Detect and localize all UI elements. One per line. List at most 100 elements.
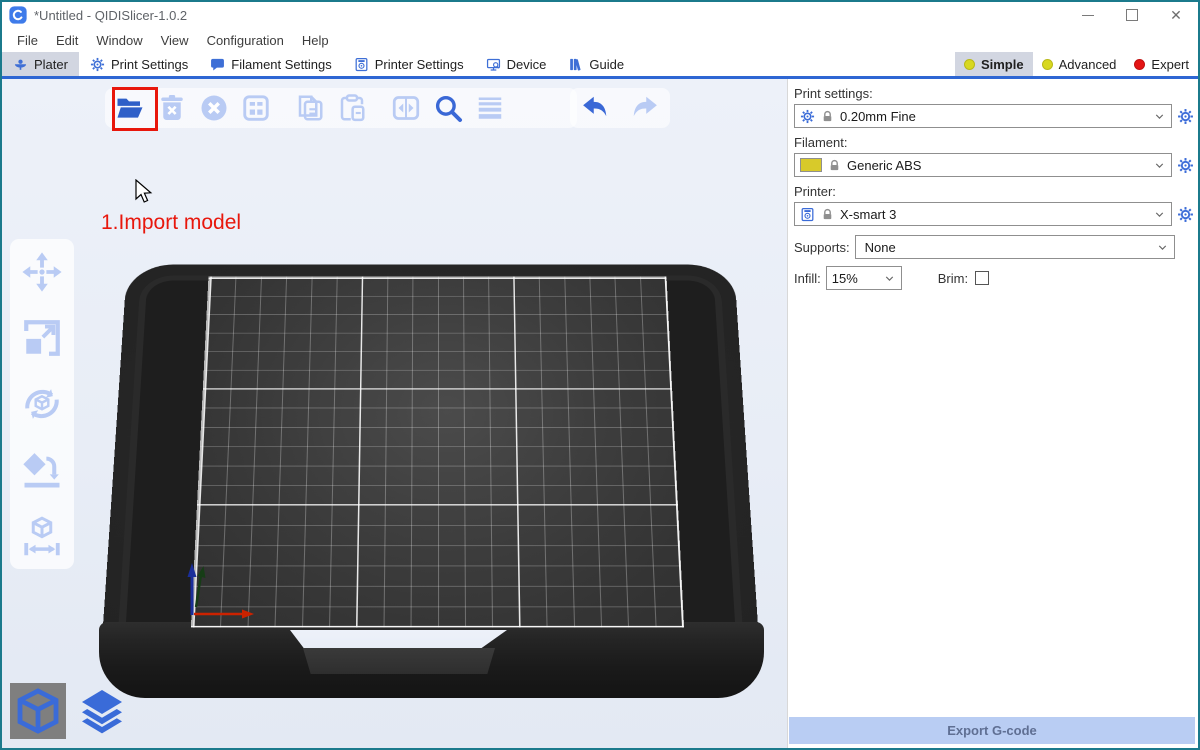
undo-arrow-icon — [580, 93, 610, 123]
print-settings-dropdown[interactable]: 0.20mm Fine — [794, 104, 1172, 128]
search-button[interactable] — [429, 89, 467, 127]
object-manipulation-toolbar — [10, 239, 74, 569]
edit-print-settings-button[interactable] — [1177, 108, 1194, 125]
3d-editor-view-button[interactable] — [10, 683, 66, 739]
export-gcode-button[interactable]: Export G-code — [789, 717, 1195, 744]
place-on-face-button[interactable] — [19, 447, 65, 493]
trash-icon — [157, 93, 187, 123]
print-bed-front — [99, 622, 764, 698]
menu-configuration[interactable]: Configuration — [198, 28, 293, 52]
expert-mode-dot-icon — [1134, 59, 1145, 70]
gear-icon — [90, 57, 105, 72]
lock-icon — [821, 208, 834, 221]
printer-dropdown[interactable]: X-smart 3 — [794, 202, 1172, 226]
supports-dropdown[interactable]: None — [855, 235, 1175, 259]
print-bed-handle-recess — [303, 648, 495, 674]
redo-button[interactable] — [626, 89, 664, 127]
menu-window[interactable]: Window — [87, 28, 151, 52]
undo-button[interactable] — [576, 89, 614, 127]
paste-button[interactable] — [333, 89, 371, 127]
bed-grid — [191, 276, 684, 627]
delete-all-button[interactable] — [195, 89, 233, 127]
printer-icon — [800, 207, 815, 222]
redo-arrow-icon — [630, 93, 660, 123]
mode-simple-label: Simple — [981, 57, 1024, 72]
measure-icon — [21, 515, 63, 557]
scale-icon — [21, 317, 63, 359]
brim-label: Brim: — [938, 271, 968, 286]
tab-plater-label: Plater — [34, 57, 68, 72]
tab-filament-settings[interactable]: Filament Settings — [199, 52, 342, 76]
gear-icon — [1177, 206, 1194, 223]
menu-view[interactable]: View — [152, 28, 198, 52]
rotate-icon — [21, 383, 63, 425]
paste-icon — [337, 93, 367, 123]
mode-advanced-label: Advanced — [1059, 57, 1117, 72]
infill-value: 15% — [832, 271, 877, 286]
arrange-grid-icon — [241, 93, 271, 123]
tab-print-settings[interactable]: Print Settings — [79, 52, 199, 76]
move-arrows-icon — [21, 251, 63, 293]
infill-dropdown[interactable]: 15% — [826, 266, 902, 290]
layers-stack-icon — [78, 687, 126, 735]
device-monitor-icon — [486, 57, 501, 72]
minimize-button[interactable] — [1066, 2, 1110, 28]
print-bed-tray — [114, 201, 747, 721]
3d-viewport[interactable]: 1.Import model — [2, 79, 787, 748]
tab-plater[interactable]: Plater — [2, 52, 79, 76]
print-bed-plate — [200, 223, 675, 668]
gear-icon — [1177, 108, 1194, 125]
view-switch — [10, 683, 130, 739]
edit-filament-button[interactable] — [1177, 157, 1194, 174]
supports-value: None — [861, 240, 1150, 255]
menu-help[interactable]: Help — [293, 28, 338, 52]
import-model-button[interactable] — [111, 89, 149, 127]
rotate-button[interactable] — [19, 381, 65, 427]
lock-icon — [821, 110, 834, 123]
tab-device[interactable]: Device — [475, 52, 558, 76]
layer-height-icon — [475, 93, 505, 123]
chevron-down-icon — [1153, 208, 1166, 221]
window-title: *Untitled - QIDISlicer-1.0.2 — [34, 8, 1066, 23]
supports-label: Supports: — [794, 240, 850, 255]
gear-icon — [1177, 157, 1194, 174]
filament-dropdown[interactable]: Generic ABS — [794, 153, 1172, 177]
print-bed-handle-gap — [290, 630, 507, 650]
maximize-button[interactable] — [1110, 2, 1154, 28]
edit-printer-button[interactable] — [1177, 206, 1194, 223]
scale-button[interactable] — [19, 315, 65, 361]
tab-printer-settings[interactable]: Printer Settings — [343, 52, 475, 76]
close-button[interactable]: ✕ — [1154, 2, 1198, 28]
filament-label: Filament: — [794, 135, 1194, 150]
arrange-button[interactable] — [237, 89, 275, 127]
minimize-icon — [1082, 15, 1094, 16]
split-icon — [391, 93, 421, 123]
chevron-down-icon — [1153, 110, 1166, 123]
copy-button[interactable] — [291, 89, 329, 127]
print-settings-label: Print settings: — [794, 86, 1194, 101]
menu-edit[interactable]: Edit — [47, 28, 87, 52]
simple-mode-dot-icon — [964, 59, 975, 70]
main-toolbar — [105, 88, 577, 128]
move-button[interactable] — [19, 249, 65, 295]
folder-open-icon — [115, 93, 145, 123]
gear-icon — [800, 109, 815, 124]
tab-guide[interactable]: Guide — [557, 52, 635, 76]
printer-label: Printer: — [794, 184, 1194, 199]
mode-simple[interactable]: Simple — [955, 52, 1033, 76]
mode-advanced[interactable]: Advanced — [1033, 52, 1126, 76]
measure-button[interactable] — [19, 513, 65, 559]
menu-file[interactable]: File — [8, 28, 47, 52]
chevron-down-icon — [1156, 241, 1169, 254]
preview-layers-view-button[interactable] — [74, 683, 130, 739]
lock-icon — [828, 159, 841, 172]
tab-bar-spacer — [635, 52, 955, 76]
delete-button[interactable] — [153, 89, 191, 127]
mode-expert[interactable]: Expert — [1125, 52, 1198, 76]
settings-panel: Print settings: 0.20mm Fine Filament: Ge… — [787, 79, 1198, 748]
split-objects-button[interactable] — [387, 89, 425, 127]
brim-checkbox[interactable] — [975, 271, 989, 285]
variable-layer-height-button[interactable] — [471, 89, 509, 127]
copy-icon — [295, 93, 325, 123]
maximize-icon — [1126, 9, 1138, 21]
